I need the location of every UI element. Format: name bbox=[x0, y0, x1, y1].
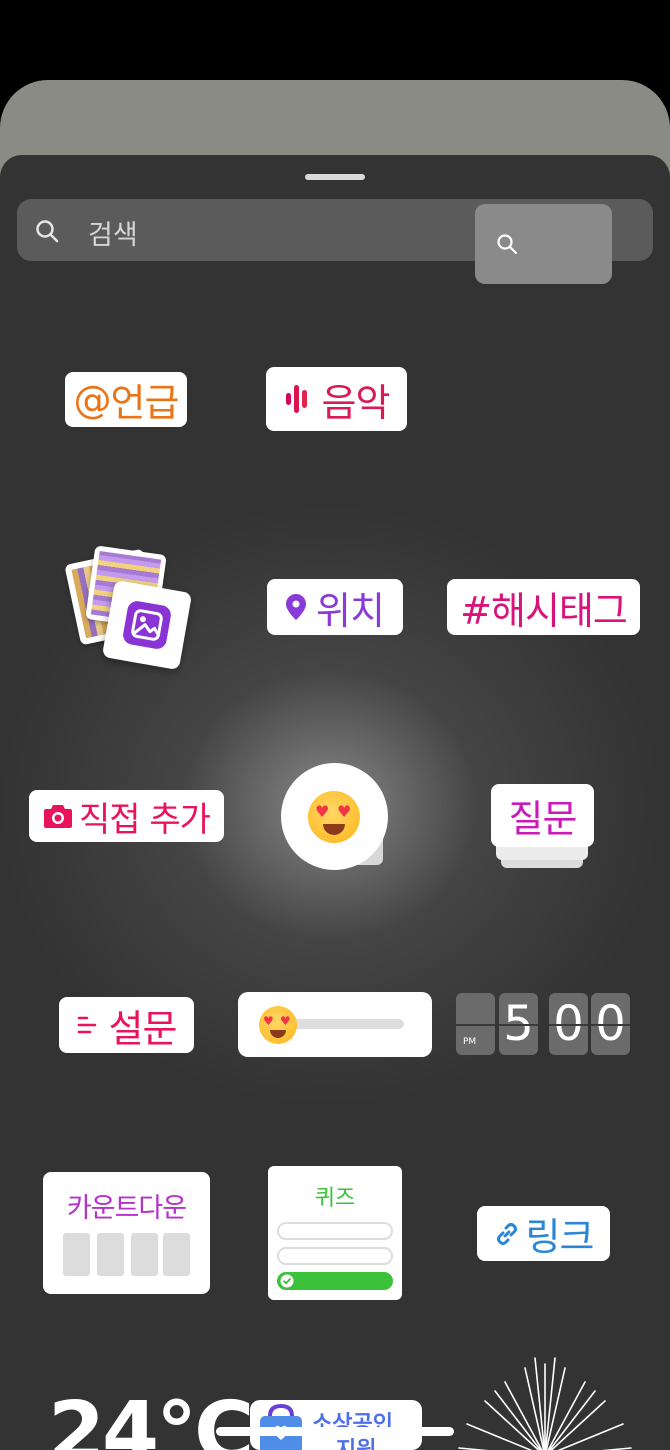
clock-sticker[interactable] bbox=[456, 838, 631, 900]
quiz-option bbox=[277, 1222, 393, 1240]
clock-digit-2: 0 bbox=[549, 993, 588, 1055]
mention-sticker-label: 언급 bbox=[110, 381, 180, 425]
link-sticker-label: 링크 bbox=[525, 1215, 595, 1259]
link-sticker[interactable]: 링크 bbox=[477, 1206, 610, 1261]
poll-sticker[interactable]: 설문 bbox=[59, 997, 194, 1053]
music-sticker-label: 음악 bbox=[321, 380, 391, 425]
gallery-card bbox=[101, 579, 193, 671]
home-indicator[interactable] bbox=[216, 1427, 454, 1436]
emoji-slider-sticker[interactable]: ♥ ♥ bbox=[238, 992, 432, 1057]
countdown-sticker-label: 카운트다운 bbox=[66, 1193, 187, 1224]
countdown-box bbox=[131, 1233, 158, 1276]
quiz-sticker[interactable]: 퀴즈 bbox=[268, 1166, 402, 1300]
clock-period-tile: PM bbox=[456, 993, 495, 1055]
location-sticker[interactable]: 위치 bbox=[267, 579, 403, 635]
hashtag-sticker[interactable]: #해시태그 bbox=[447, 579, 640, 635]
search-input[interactable]: 검색 bbox=[88, 213, 138, 252]
countdown-box bbox=[163, 1233, 190, 1276]
location-pin-icon bbox=[286, 594, 307, 620]
music-bars-icon bbox=[285, 385, 307, 413]
countdown-sticker[interactable]: 카운트다운 bbox=[43, 1172, 210, 1294]
small-business-sticker[interactable]: 소상공인 지원 bbox=[250, 1400, 422, 1450]
gif-search-sticker[interactable] bbox=[475, 204, 612, 284]
clock-digit-1: 5 bbox=[499, 993, 538, 1055]
sparkle-burst-icon[interactable] bbox=[455, 1356, 635, 1450]
quiz-option-correct bbox=[277, 1272, 393, 1290]
check-circle-icon bbox=[280, 1274, 294, 1288]
link-icon bbox=[496, 1222, 517, 1245]
heart-eyes-emoji-icon: ♥ ♥ bbox=[259, 1006, 297, 1044]
clock-digit-3: 0 bbox=[591, 993, 630, 1055]
image-icon bbox=[123, 601, 171, 649]
questions-sticker-label: 질문 bbox=[508, 797, 578, 841]
hashtag-sticker-label: #해시태그 bbox=[460, 588, 628, 633]
search-icon bbox=[497, 234, 518, 255]
quiz-option bbox=[277, 1247, 393, 1265]
add-yours-sticker-label: 직접 추가 bbox=[79, 799, 211, 840]
countdown-box bbox=[63, 1233, 90, 1276]
camera-icon bbox=[44, 805, 73, 828]
location-sticker-label: 위치 bbox=[316, 588, 385, 633]
heart-eyes-emoji-icon: ♥ ♥ bbox=[308, 791, 360, 843]
poll-sticker-label: 설문 bbox=[108, 1006, 178, 1051]
drag-handle[interactable] bbox=[305, 174, 365, 180]
search-icon bbox=[36, 220, 59, 243]
shopping-bag-icon bbox=[260, 1403, 302, 1450]
clock-period: PM bbox=[463, 1037, 477, 1047]
music-sticker[interactable]: 음악 bbox=[266, 367, 407, 431]
add-yours-sticker[interactable]: 직접 추가 bbox=[29, 790, 224, 842]
mention-sticker[interactable]: @ 언급 bbox=[65, 372, 187, 427]
countdown-box bbox=[97, 1233, 124, 1276]
quiz-sticker-label: 퀴즈 bbox=[314, 1186, 356, 1211]
photo-sticker[interactable] bbox=[64, 545, 193, 672]
poll-lines-icon bbox=[77, 1016, 96, 1034]
emoji-reaction-sticker[interactable]: ♥ ♥ bbox=[281, 763, 389, 871]
temperature-sticker[interactable]: 24°C bbox=[48, 1392, 254, 1450]
mention-sticker-at: @ bbox=[73, 377, 112, 422]
